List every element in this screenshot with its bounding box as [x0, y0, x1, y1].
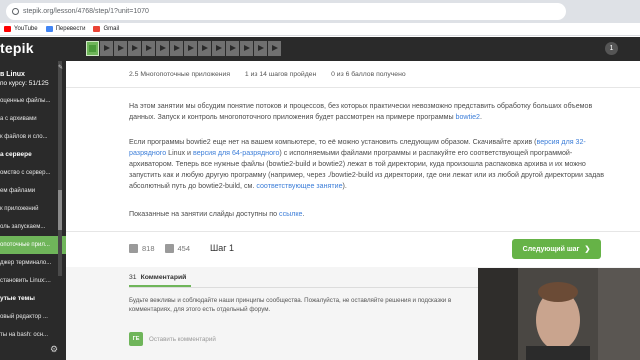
video-step-icon [216, 45, 222, 51]
step-12-button[interactable] [240, 41, 253, 56]
step-4-button[interactable] [128, 41, 141, 56]
video-step-icon [146, 45, 152, 51]
translate-icon [45, 26, 53, 32]
paragraph-intro: На этом занятии мы обсудим понятие поток… [129, 102, 593, 121]
course-progress: по курсу: 51/125 [0, 80, 49, 87]
chevron-right-icon: ❯ [584, 246, 591, 253]
browser-toolbar: stepik.org/lesson/4768/step/1?unit=1070 [0, 0, 640, 23]
header-divider [66, 87, 640, 88]
notifications-icon[interactable]: 1 [605, 42, 618, 55]
stepik-logo[interactable]: tepik [0, 40, 34, 56]
sidebar-lesson-item[interactable]: оценные файлы... [0, 92, 66, 110]
video-step-icon [244, 45, 250, 51]
step-9-button[interactable] [198, 41, 211, 56]
sidebar-lesson-item[interactable]: джер терминало... [0, 254, 66, 272]
comments-tab[interactable]: 31 Комментарий [129, 274, 186, 281]
reactions: 818 454 [129, 244, 190, 253]
step-14-button[interactable] [268, 41, 281, 56]
video-step-icon [104, 45, 110, 51]
sidebar-lesson-item[interactable]: ем файлами [0, 182, 66, 200]
video-step-icon [132, 45, 138, 51]
bookmark-translate[interactable]: Перевести [45, 26, 85, 32]
score-status: 0 из 6 баллов получено [331, 71, 406, 78]
video-step-icon [118, 45, 124, 51]
video-step-icon [230, 45, 236, 51]
video-step-icon [188, 45, 194, 51]
paragraph-install: Если программы bowtie2 еще нет на вашем … [129, 138, 604, 190]
lesson-header: 2.5 Многопоточные приложения 1 из 14 шаг… [129, 71, 419, 78]
next-step-button[interactable]: Следующий шаг ❯ [512, 239, 601, 259]
lesson-title: 2.5 Многопоточные приложения [129, 71, 231, 78]
course-title[interactable]: в Linux [0, 61, 66, 80]
step-13-button[interactable] [254, 41, 267, 56]
thumbs-up-icon[interactable] [129, 244, 138, 253]
step-7-button[interactable] [170, 41, 183, 56]
video-step-icon [160, 45, 166, 51]
sidebar-lesson-item[interactable]: ты на bash: осн... [0, 326, 66, 344]
sidebar-scrollbar[interactable] [58, 61, 62, 276]
course-sidebar: в Linux по курсу: 51/125 оценные файлы..… [0, 61, 66, 360]
bowtie2-link[interactable]: bowtie2 [456, 113, 480, 121]
step-11-button[interactable] [226, 41, 239, 56]
like-count: 818 [142, 244, 155, 253]
video-step-icon [202, 45, 208, 51]
comments-tab-label: Комментарий [140, 274, 187, 281]
pin-icon[interactable]: ✎ [58, 64, 63, 71]
gear-icon[interactable]: ⚙ [50, 344, 58, 355]
step-8-button[interactable] [184, 41, 197, 56]
link-related-lesson[interactable]: соответствующее занятие [256, 182, 342, 190]
gmail-icon [93, 26, 101, 32]
stepik-topbar: tepik 1 [0, 37, 640, 61]
slides-link[interactable]: ссылке [279, 210, 302, 218]
sidebar-lesson-item[interactable]: становить Linux:... [0, 272, 66, 290]
bookmark-youtube[interactable]: YouTube [4, 26, 38, 32]
sidebar-lesson-item[interactable]: опоточные прил... [0, 236, 66, 254]
sidebar-lesson-item[interactable]: овый редактор ... [0, 308, 66, 326]
dislike-count: 454 [177, 244, 191, 253]
community-rules: Будьте вежливы и соблюдайте наши принцип… [129, 297, 452, 313]
text-step-icon [89, 45, 96, 52]
sidebar-lesson-item[interactable]: омство с сервер... [0, 164, 66, 182]
video-step-icon [258, 45, 264, 51]
step-10-button[interactable] [212, 41, 225, 56]
site-info-icon[interactable] [12, 8, 19, 15]
address-bar[interactable]: stepik.org/lesson/4768/step/1?unit=1070 [6, 3, 566, 20]
step-status: 1 из 14 шагов пройден [244, 71, 317, 78]
step-label: Шаг 1 [210, 243, 235, 253]
step-navigation [86, 41, 282, 56]
sidebar-lesson-item[interactable]: оль запускаем... [0, 218, 66, 236]
step-6-button[interactable] [156, 41, 169, 56]
sidebar-section[interactable]: утые темы [0, 290, 66, 308]
thumbs-down-icon[interactable] [164, 244, 174, 253]
paragraph-slides: Показанные на занятии слайды доступны по… [129, 210, 305, 218]
bookmark-gmail[interactable]: Gmail [93, 26, 119, 32]
step-2-button[interactable] [100, 41, 113, 56]
video-step-icon [174, 45, 180, 51]
avatar: ГЕ [129, 332, 143, 346]
sidebar-scroll-thumb[interactable] [58, 190, 62, 230]
bookmarks-bar: YouTube Перевести Gmail [0, 23, 640, 36]
webcam-person-image [478, 268, 640, 360]
sidebar-lesson-item[interactable]: а с архивами [0, 110, 66, 128]
link-64bit[interactable]: версия для 64-разрядного [193, 149, 279, 157]
video-step-icon [272, 45, 278, 51]
sidebar-section[interactable]: а сервере [0, 146, 66, 164]
step-5-button[interactable] [142, 41, 155, 56]
youtube-icon [4, 26, 11, 32]
sidebar-lesson-item[interactable]: к файлов и сло... [0, 128, 66, 146]
step-3-button[interactable] [114, 41, 127, 56]
leave-comment-input[interactable]: Оставить комментарий [149, 336, 216, 343]
sidebar-lesson-item[interactable]: к приложений [0, 200, 66, 218]
content-divider [66, 231, 640, 232]
webcam-overlay [478, 268, 640, 360]
screen: stepik.org/lesson/4768/step/1?unit=1070 … [0, 0, 640, 360]
step-1-button[interactable] [86, 41, 99, 56]
comments-count: 31 [129, 274, 137, 281]
url-text: stepik.org/lesson/4768/step/1?unit=1070 [23, 8, 149, 15]
